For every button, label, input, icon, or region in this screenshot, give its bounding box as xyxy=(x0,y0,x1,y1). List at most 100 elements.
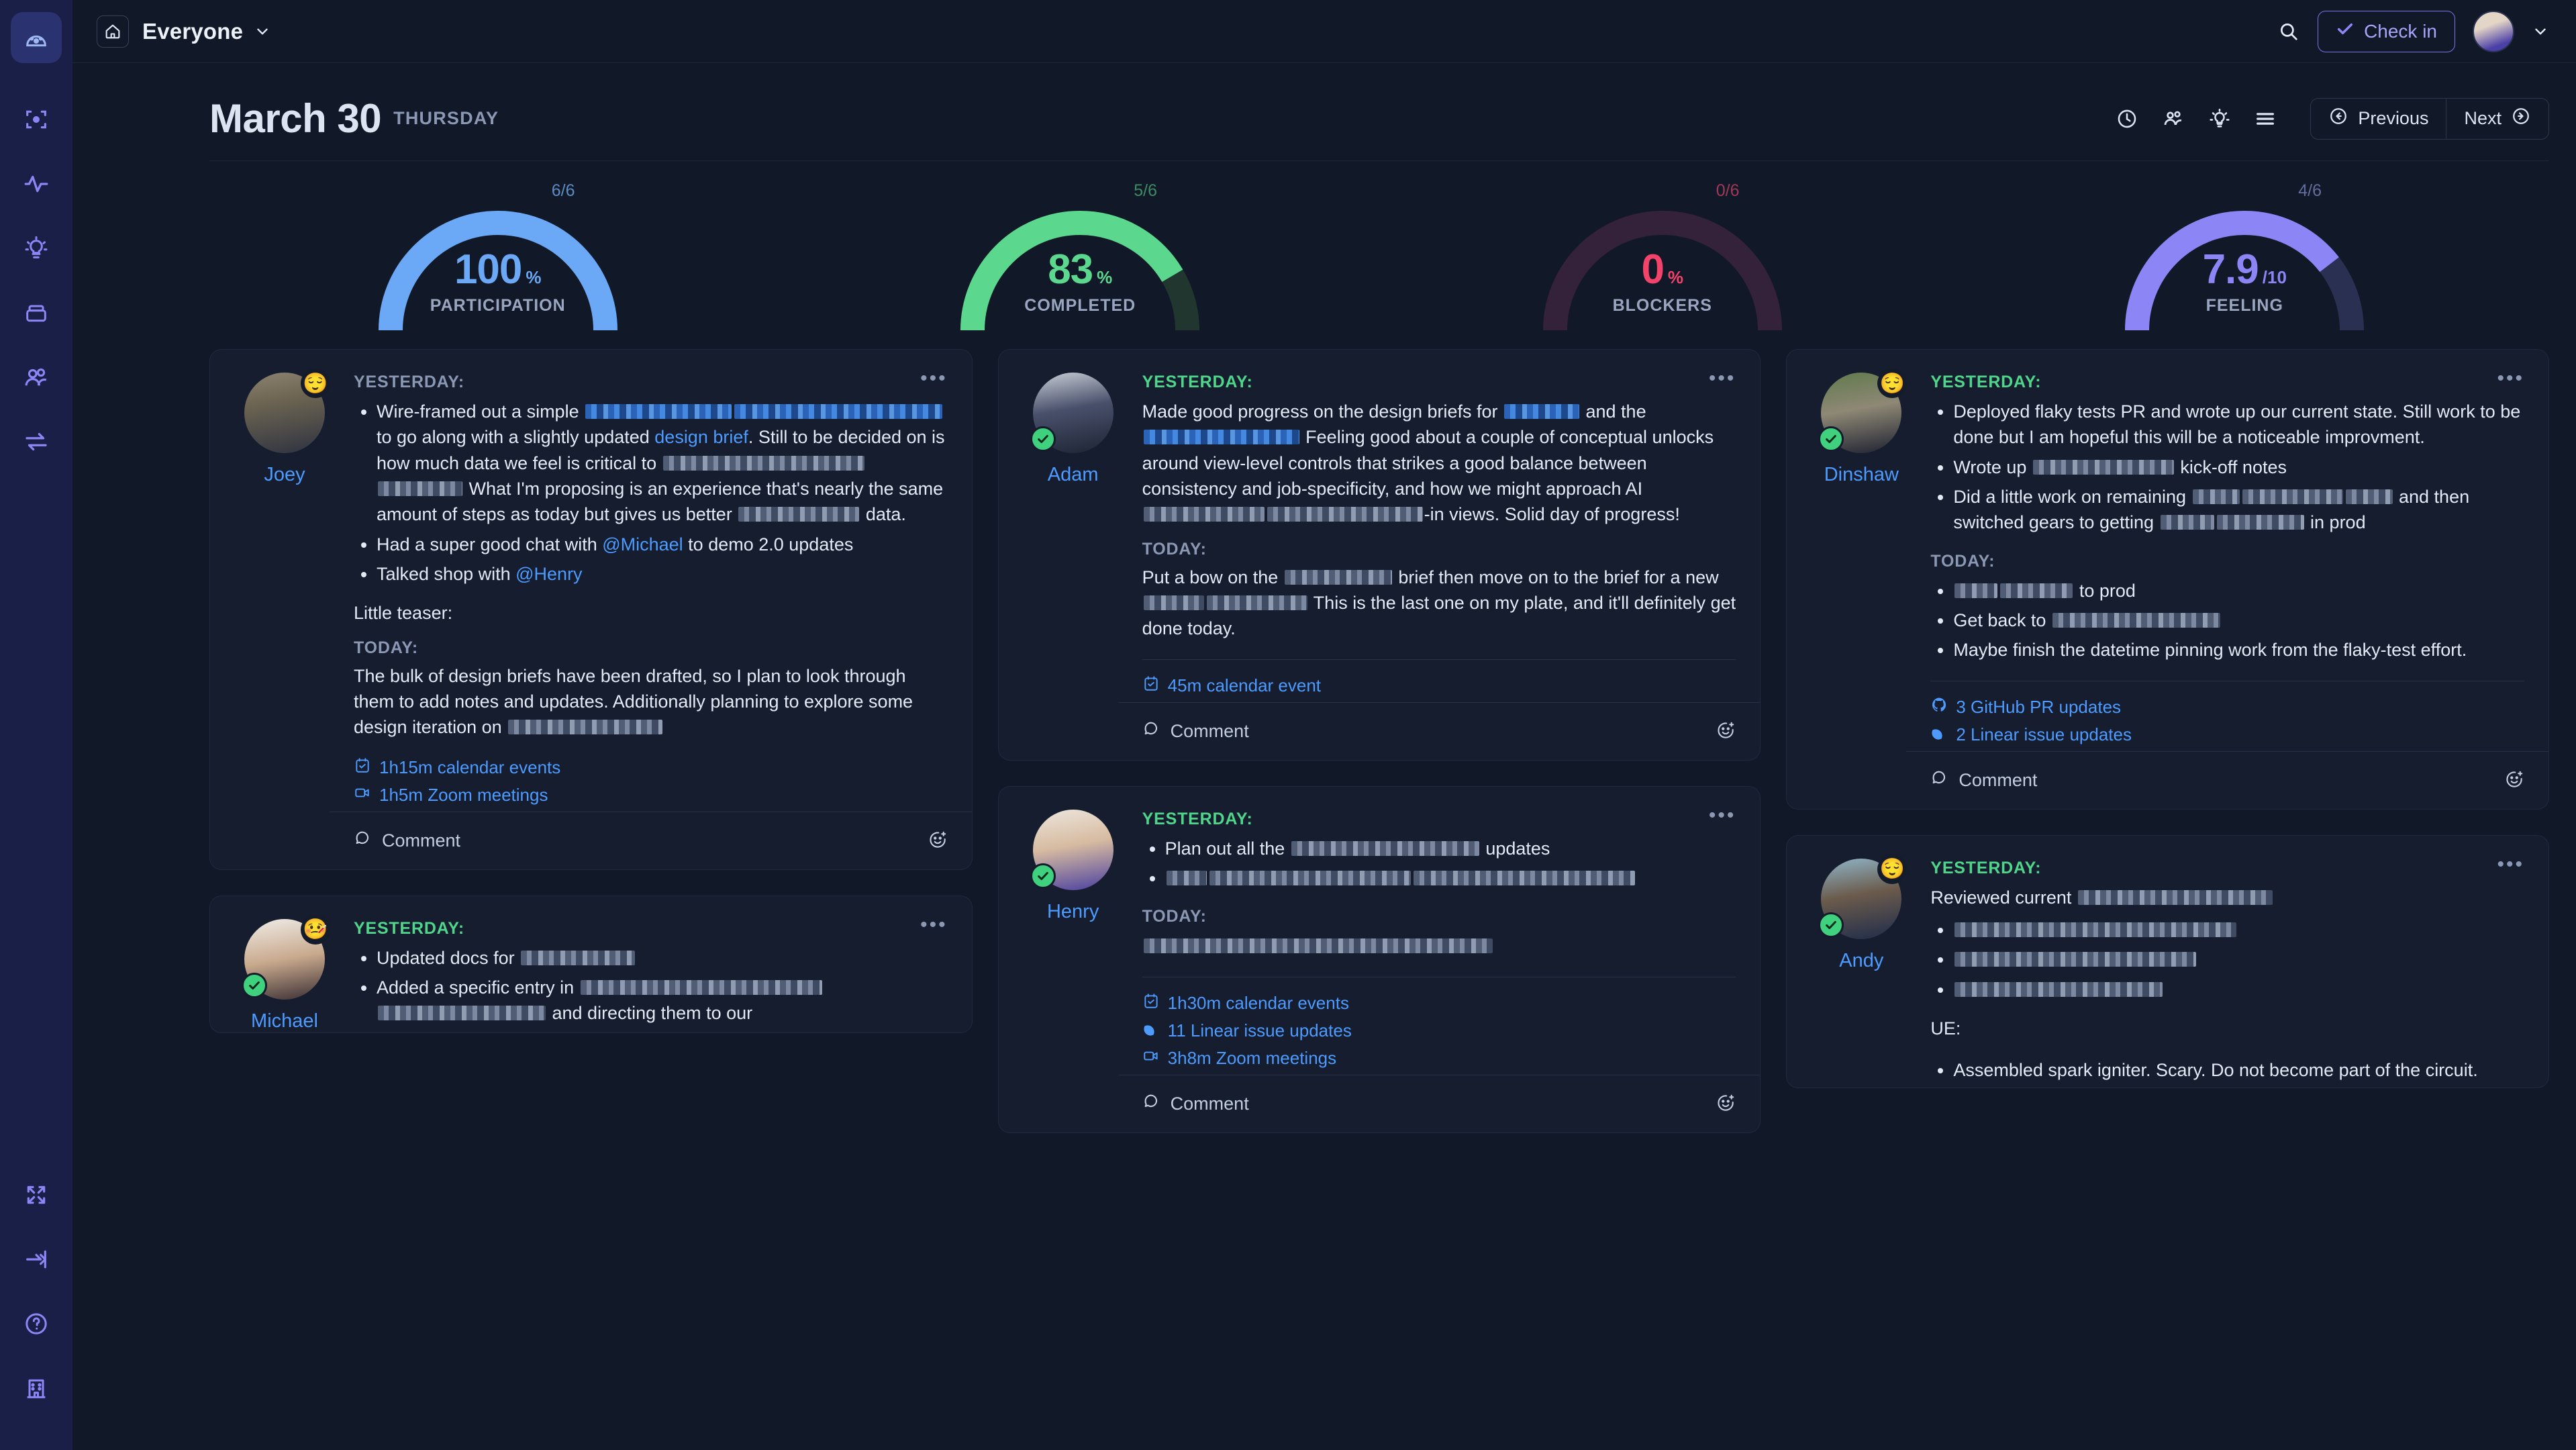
previous-button[interactable]: Previous xyxy=(2311,99,2446,139)
author-name[interactable]: Henry xyxy=(1047,901,1099,923)
today-label: TODAY: xyxy=(1142,907,1207,926)
chevron-down-icon[interactable] xyxy=(254,23,271,40)
clock-icon[interactable] xyxy=(2116,107,2138,130)
comment-button[interactable]: Comment xyxy=(354,829,460,853)
swap-arrows-icon[interactable] xyxy=(11,409,62,474)
comment-button[interactable]: Comment xyxy=(1142,720,1249,743)
comment-bubble-icon xyxy=(1930,769,1949,792)
redacted-text xyxy=(2345,489,2393,504)
arrow-left-circle-icon xyxy=(2328,106,2348,131)
gauge-fraction: 4/6 xyxy=(2298,181,2322,200)
comment-button[interactable]: Comment xyxy=(1142,1092,1249,1116)
add-reaction-button[interactable] xyxy=(1716,1093,1736,1115)
gauge-participation: 6/6 100% PARTICIPATION xyxy=(207,176,789,331)
more-options-icon[interactable]: ••• xyxy=(920,369,948,389)
space-name[interactable]: Everyone xyxy=(142,19,243,44)
list-icon[interactable] xyxy=(2254,107,2277,130)
checkin-card-adam: Adam YESTERDAY: ••• Made good progress o… xyxy=(997,349,1761,761)
linear-icon xyxy=(1142,1020,1160,1042)
focus-target-icon[interactable] xyxy=(11,87,62,152)
text-fragment: -in views. Solid day of progress! xyxy=(1424,504,1680,525)
checkin-card-michael: 🤒 Michael YESTERDAY: ••• Updated do xyxy=(209,895,973,1033)
gauge-value: 0 xyxy=(1641,246,1664,293)
help-circle-icon[interactable] xyxy=(11,1292,62,1356)
lightbulb-icon[interactable] xyxy=(11,216,62,281)
zoom-meetings-link[interactable]: 1h5m Zoom meetings xyxy=(354,784,948,806)
author-name[interactable]: Adam xyxy=(1048,464,1099,486)
text-fragment: and directing them to our xyxy=(547,1003,753,1024)
column-3: 😌 Dinshaw YESTERDAY: ••• Deployed f xyxy=(1786,349,2550,1450)
lightbulb-icon[interactable] xyxy=(2208,107,2231,130)
linear-issues-link[interactable]: 11 Linear issue updates xyxy=(1142,1020,1736,1042)
yesterday-label: YESTERDAY: xyxy=(1142,809,1253,828)
check-in-button[interactable]: Check in xyxy=(2318,10,2455,52)
building-icon[interactable] xyxy=(11,1356,62,1420)
calendar-events-label: 1h15m calendar events xyxy=(379,757,561,777)
checkin-card-joey: 😌 Joey YESTERDAY: ••• Wire-framed out a … xyxy=(209,349,973,870)
calendar-icon xyxy=(1142,992,1160,1014)
more-options-icon[interactable]: ••• xyxy=(1709,805,1736,825)
redacted-text xyxy=(1209,870,1411,885)
card-footer: Comment xyxy=(330,811,972,869)
mention-link[interactable]: @Henry xyxy=(515,564,582,584)
card-footer: Comment xyxy=(1118,702,1761,760)
design-brief-link[interactable]: design brief xyxy=(654,427,748,447)
text-fragment: Get back to xyxy=(1953,610,2051,630)
next-button[interactable]: Next xyxy=(2446,98,2548,139)
redacted-text xyxy=(738,507,860,522)
expand-icon[interactable] xyxy=(11,1163,62,1227)
zoom-meetings-link[interactable]: 3h8m Zoom meetings xyxy=(1142,1047,1736,1069)
redacted-text xyxy=(1504,404,1579,419)
more-options-icon[interactable]: ••• xyxy=(920,914,948,934)
collapse-sidebar-icon[interactable] xyxy=(11,1227,62,1292)
archive-box-icon[interactable] xyxy=(11,281,62,345)
avatar[interactable] xyxy=(2473,10,2514,52)
comment-label: Comment xyxy=(1959,769,2038,790)
calendar-events-link[interactable]: 1h15m calendar events xyxy=(354,757,948,779)
checkin-columns: 😌 Joey YESTERDAY: ••• Wire-framed out a … xyxy=(72,330,2576,1450)
linear-issues-link[interactable]: 2 Linear issue updates xyxy=(1930,724,2524,746)
add-reaction-button[interactable] xyxy=(928,830,948,852)
completed-check-badge xyxy=(1818,912,1844,938)
calendar-events-link[interactable]: 45m calendar event xyxy=(1142,675,1736,697)
author-name[interactable]: Joey xyxy=(264,464,305,486)
yesterday-content: Plan out all the updates xyxy=(1142,836,1736,891)
yesterday-content: Made good progress on the design briefs … xyxy=(1142,399,1736,528)
completed-check-badge xyxy=(1030,426,1056,452)
more-options-icon[interactable]: ••• xyxy=(2497,854,2525,874)
gauge-label: BLOCKERS xyxy=(1612,296,1712,315)
mood-emoji-badge: 😌 xyxy=(1877,854,1908,884)
activity-pulse-icon[interactable] xyxy=(11,152,62,216)
text-fragment: Had a super good chat with xyxy=(377,534,603,554)
add-reaction-button[interactable] xyxy=(2504,769,2524,791)
today-content: The bulk of design briefs have been draf… xyxy=(354,663,948,740)
card-author-block: 😌 Dinshaw xyxy=(1811,369,1912,809)
redacted-text xyxy=(1954,981,2163,997)
comment-label: Comment xyxy=(1170,720,1249,741)
github-pr-link[interactable]: 3 GitHub PR updates xyxy=(1930,696,2524,718)
author-name[interactable]: Andy xyxy=(1839,950,1883,972)
yesterday-content: Reviewed current UE: Assembled spark ign… xyxy=(1930,885,2524,1083)
people-icon[interactable] xyxy=(11,345,62,409)
author-name[interactable]: Michael xyxy=(251,1010,318,1032)
search-icon[interactable] xyxy=(2277,20,2300,43)
redacted-text xyxy=(2160,515,2214,530)
more-options-icon[interactable]: ••• xyxy=(1709,369,1736,389)
column-2: Adam YESTERDAY: ••• Made good progress o… xyxy=(997,349,1761,1450)
github-pr-label: 3 GitHub PR updates xyxy=(1956,696,2122,717)
checkin-card-dinshaw: 😌 Dinshaw YESTERDAY: ••• Deployed f xyxy=(1786,349,2550,810)
mention-link[interactable]: @Michael xyxy=(602,534,683,554)
app-logo[interactable] xyxy=(11,12,62,63)
more-options-icon[interactable]: ••• xyxy=(2497,369,2525,389)
comment-button[interactable]: Comment xyxy=(1930,769,2037,792)
home-icon[interactable] xyxy=(97,15,129,48)
redacted-text xyxy=(378,481,462,496)
chevron-down-icon[interactable] xyxy=(2532,23,2549,40)
date-nav: Previous Next xyxy=(2310,97,2549,140)
add-reaction-button[interactable] xyxy=(1716,720,1736,742)
calendar-events-link[interactable]: 1h30m calendar events xyxy=(1142,992,1736,1014)
text-fragment: Put a bow on the xyxy=(1142,567,1283,587)
author-name[interactable]: Dinshaw xyxy=(1824,464,1899,486)
check-in-label: Check in xyxy=(2364,20,2437,42)
people-icon[interactable] xyxy=(2161,107,2185,131)
